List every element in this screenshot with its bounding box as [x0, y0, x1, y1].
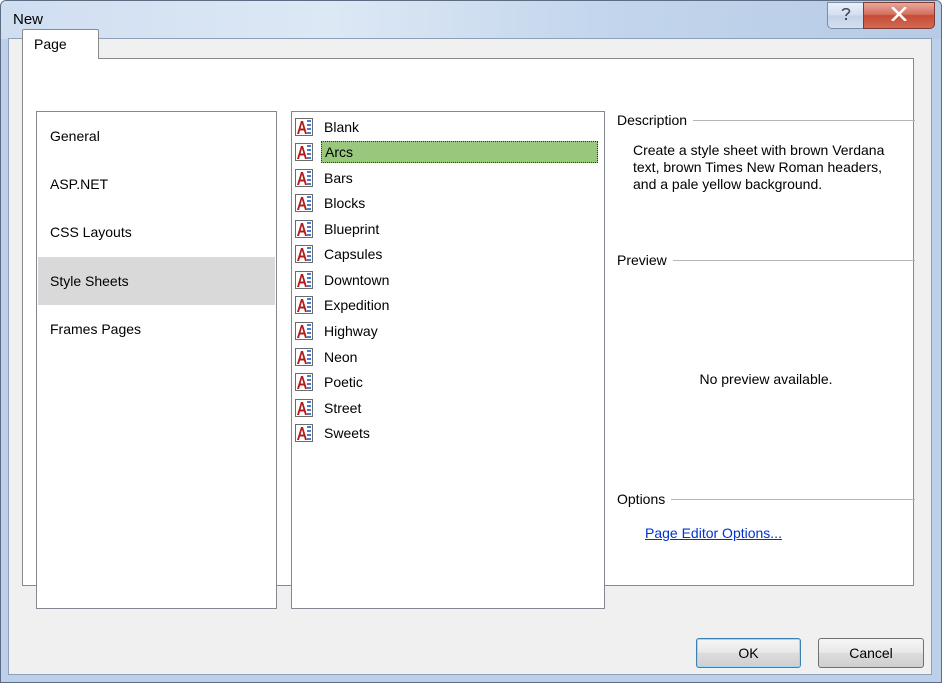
category-item-frames-pages[interactable]: Frames Pages — [38, 305, 275, 353]
template-item-poetic[interactable]: Poetic — [293, 369, 602, 394]
css-file-icon — [295, 219, 313, 238]
preview-divider — [672, 259, 915, 261]
category-item-label: CSS Layouts — [50, 224, 132, 240]
description-divider — [693, 119, 915, 121]
css-file-icon — [295, 270, 313, 289]
template-item-arcs[interactable]: Arcs — [293, 139, 602, 164]
description-text: Create a style sheet with brown Verdana … — [633, 142, 885, 192]
template-item-label: Blank — [324, 118, 360, 135]
template-item-sweets[interactable]: Sweets — [293, 420, 602, 445]
category-item-label: General — [50, 128, 100, 144]
template-item-label: Highway — [324, 322, 378, 339]
options-heading: Options — [617, 491, 666, 507]
help-icon — [839, 6, 853, 25]
category-item-asp-net[interactable]: ASP.NET — [38, 160, 275, 208]
css-file-icon — [295, 168, 313, 187]
css-file-icon — [295, 295, 313, 314]
template-list: Blank Arcs Bars Blocks Blueprint Capsule… — [291, 111, 605, 609]
css-file-icon — [295, 347, 313, 366]
category-item-css-layouts[interactable]: CSS Layouts — [38, 208, 275, 256]
category-list: General ASP.NET CSS Layouts Style Sheets… — [36, 111, 277, 609]
category-item-label: Frames Pages — [50, 321, 142, 337]
css-file-icon — [295, 321, 313, 340]
template-item-label: Neon — [324, 348, 358, 365]
description-heading-row: Description — [617, 112, 915, 128]
template-item-neon[interactable]: Neon — [293, 344, 602, 369]
css-file-icon — [295, 142, 313, 161]
template-item-label: Downtown — [324, 271, 390, 288]
template-item-label: Bars — [324, 169, 353, 186]
category-item-style-sheets[interactable]: Style Sheets — [38, 257, 275, 305]
preview-heading: Preview — [617, 252, 667, 268]
css-file-icon — [295, 117, 313, 136]
template-item-highway[interactable]: Highway — [293, 318, 602, 343]
tab-page[interactable]: Page — [22, 29, 99, 59]
css-file-icon — [295, 372, 313, 391]
options-heading-row: Options — [617, 491, 915, 507]
close-button[interactable] — [863, 2, 935, 29]
template-item-label: Street — [324, 399, 362, 416]
template-item-blueprint[interactable]: Blueprint — [293, 216, 602, 241]
template-item-label: Poetic — [324, 373, 363, 390]
template-item-street[interactable]: Street — [293, 395, 602, 420]
options-divider — [671, 498, 915, 500]
css-file-icon — [295, 193, 313, 212]
template-item-label: Expedition — [324, 296, 390, 313]
template-item-downtown[interactable]: Downtown — [293, 267, 602, 292]
template-item-capsules[interactable]: Capsules — [293, 241, 602, 266]
css-file-icon — [295, 244, 313, 263]
template-item-blocks[interactable]: Blocks — [293, 190, 602, 215]
template-item-expedition[interactable]: Expedition — [293, 292, 602, 317]
close-icon — [891, 6, 907, 24]
tab-page-label: Page — [34, 36, 67, 52]
page-editor-options-link[interactable]: Page Editor Options... — [645, 525, 782, 541]
help-button[interactable] — [827, 2, 864, 29]
description-heading: Description — [617, 112, 688, 128]
ok-button[interactable]: OK — [696, 638, 801, 668]
category-item-label: ASP.NET — [50, 176, 109, 192]
template-item-label: Arcs — [321, 140, 598, 163]
preview-placeholder-text: No preview available. — [699, 371, 833, 387]
template-item-bars[interactable]: Bars — [293, 165, 602, 190]
template-item-label: Sweets — [324, 424, 370, 441]
category-item-label: Style Sheets — [50, 273, 129, 289]
window-title: New — [13, 11, 44, 28]
template-item-label: Capsules — [324, 245, 383, 262]
template-item-label: Blocks — [324, 194, 366, 211]
css-file-icon — [295, 398, 313, 417]
category-item-general[interactable]: General — [38, 112, 275, 160]
template-item-label: Blueprint — [324, 220, 380, 237]
title-bar[interactable]: New — [1, 1, 941, 39]
cancel-button[interactable]: Cancel — [818, 638, 924, 668]
preview-heading-row: Preview — [617, 252, 915, 268]
css-file-icon — [295, 423, 313, 442]
template-item-blank[interactable]: Blank — [293, 114, 602, 139]
